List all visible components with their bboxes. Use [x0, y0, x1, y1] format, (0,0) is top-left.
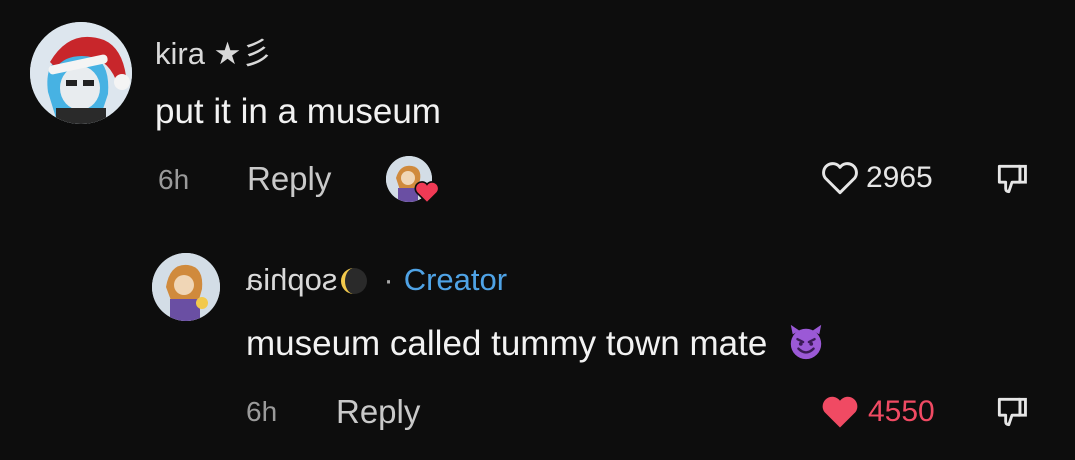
- smiling-devil-emoji-icon: [790, 324, 822, 360]
- dislike-button-icon[interactable]: [992, 393, 1032, 431]
- creator-badge: Creator: [403, 262, 508, 297]
- like-count: 2965: [866, 161, 933, 194]
- reply-button[interactable]: Reply: [336, 393, 420, 431]
- username-text[interactable]: kira: [155, 36, 205, 71]
- username-text[interactable]: sophia: [246, 262, 337, 298]
- dislike-button-icon[interactable]: [992, 160, 1032, 198]
- comment-text: museum called tummy town mate: [246, 323, 825, 364]
- avatar-image: [152, 253, 220, 321]
- comment-text: put it in a museum: [155, 92, 441, 131]
- creator-liked-heart-icon: [414, 181, 440, 204]
- comment-timestamp: 6h: [246, 396, 278, 427]
- separator-dot: ·: [383, 262, 394, 297]
- avatar-image: [30, 22, 132, 124]
- avatar-kira[interactable]: [30, 22, 132, 124]
- heart-filled-icon: [822, 396, 858, 428]
- like-button[interactable]: 4550: [818, 393, 935, 431]
- avatar-sophia[interactable]: [152, 253, 220, 321]
- reply-button[interactable]: Reply: [247, 160, 331, 198]
- comment-text-body: museum called tummy town mate: [246, 324, 768, 363]
- like-count: 4550: [868, 395, 935, 428]
- comment-timestamp: 6h: [158, 164, 190, 195]
- comment-username[interactable]: kira ★彡: [155, 28, 272, 73]
- heart-outline-icon: [822, 162, 858, 195]
- username-decoration: ★彡: [204, 36, 273, 71]
- moon-icon: [341, 268, 368, 294]
- comment-username[interactable]: sophia · Creator: [246, 262, 507, 298]
- like-button[interactable]: 2965: [820, 160, 933, 196]
